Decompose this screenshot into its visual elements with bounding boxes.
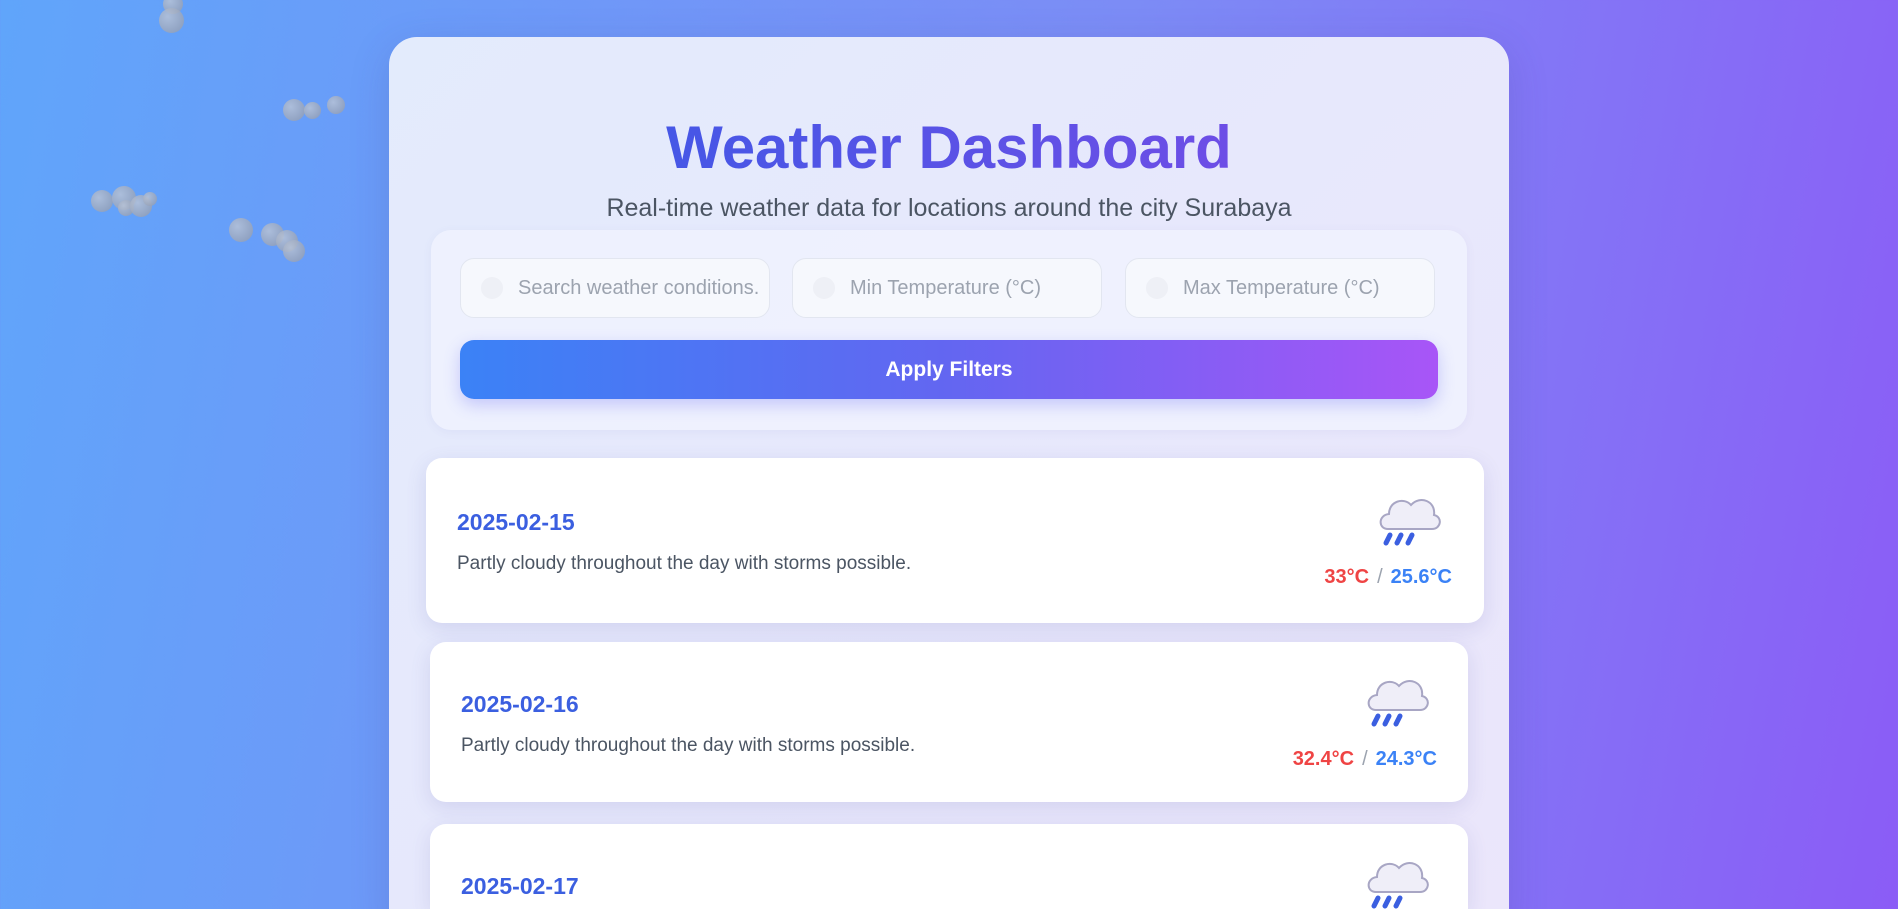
temp-min: 25.6°C [1390,566,1452,588]
max-temp-input[interactable] [1183,276,1423,300]
temp-separator: / [1377,566,1383,588]
cloud-particle [304,102,321,119]
forecast-description: Partly cloudy throughout the day with st… [457,553,912,574]
rain-cloud-icon [1367,862,1429,909]
forecast-description: Partly cloudy throughout the day with st… [461,735,916,756]
min-temp-input[interactable] [850,276,1090,300]
thermometer-icon [813,277,835,299]
cloud-particle [327,96,345,114]
forecast-card[interactable]: 2025-02-17 [430,824,1468,909]
temp-max: 32.4°C [1292,748,1355,770]
temp-max: 33°C [1324,566,1370,588]
cloud-particle [283,240,305,262]
cloud-particle [229,218,253,242]
apply-filters-button[interactable]: Apply Filters [460,340,1438,399]
forecast-date: 2025-02-15 [457,509,575,535]
min-temp-field[interactable] [792,258,1102,318]
temp-min: 24.3°C [1375,748,1437,770]
forecast-card[interactable]: 2025-02-15 Partly cloudy throughout the … [426,458,1484,623]
forecast-temps: 32.4°C / 24.3°C [1293,747,1437,771]
page-title: Weather Dashboard [666,114,1232,181]
cloud-particle [143,192,157,206]
cloud-particle [91,190,113,212]
cloud-particle [159,8,184,33]
forecast-temps: 33°C / 25.6°C [1324,565,1452,589]
rain-cloud-icon [1379,499,1441,546]
thermometer-icon [1146,277,1168,299]
search-icon [481,277,503,299]
cloud-particle [283,99,305,121]
search-field[interactable] [460,258,770,318]
forecast-card[interactable]: 2025-02-16 Partly cloudy throughout the … [430,642,1468,802]
search-input[interactable] [518,276,758,300]
page-subtitle: Real-time weather data for locations aro… [606,194,1292,222]
temp-separator: / [1362,748,1368,770]
forecast-date: 2025-02-17 [461,873,579,899]
max-temp-field[interactable] [1125,258,1435,318]
rain-cloud-icon [1367,680,1429,727]
forecast-date: 2025-02-16 [461,691,579,717]
